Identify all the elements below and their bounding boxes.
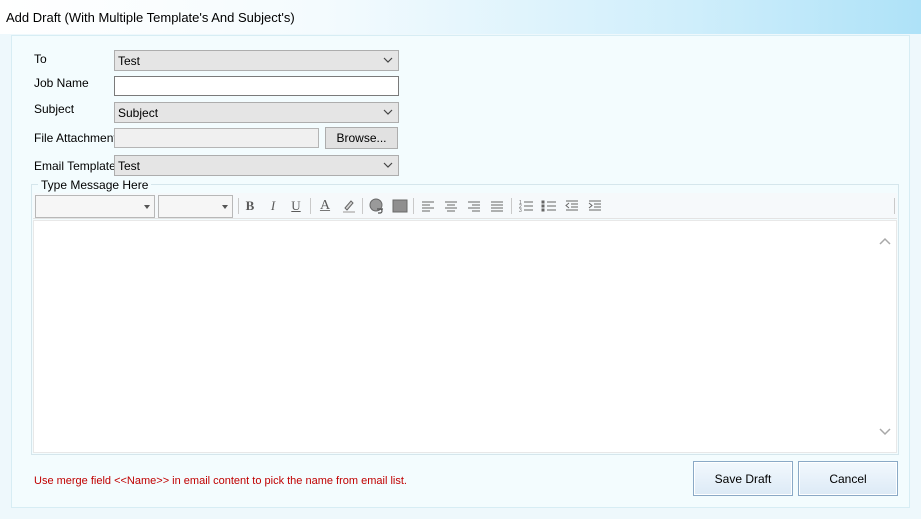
justify-icon[interactable] — [488, 197, 506, 215]
job-name-label: Job Name — [34, 76, 89, 90]
job-name-input[interactable] — [114, 76, 399, 96]
toolbar-separator — [238, 198, 239, 214]
to-select[interactable]: Test — [114, 50, 399, 71]
highlight-icon[interactable] — [340, 197, 358, 215]
toolbar-separator — [310, 198, 311, 214]
email-template-value: Test — [118, 159, 141, 173]
editor-toolbar: B I U A 123 — [33, 193, 897, 219]
chevron-down-icon — [383, 109, 393, 115]
to-value: Test — [118, 54, 141, 68]
numbered-list-icon[interactable]: 123 — [517, 197, 535, 215]
font-family-combo[interactable] — [35, 195, 155, 218]
chevron-down-icon — [383, 57, 393, 63]
subject-label: Subject — [34, 102, 75, 116]
cancel-button[interactable]: Cancel — [798, 461, 898, 496]
message-group-label: Type Message Here — [38, 178, 152, 192]
font-color-icon[interactable]: A — [316, 197, 334, 215]
svg-text:3: 3 — [519, 208, 522, 214]
scroll-down-icon[interactable] — [878, 426, 892, 438]
to-label: To — [34, 52, 47, 66]
chevron-down-icon — [383, 162, 393, 168]
toolbar-separator — [511, 198, 512, 214]
file-attachment-input[interactable] — [114, 128, 319, 148]
toolbar-separator — [362, 198, 363, 214]
window-title: Add Draft (With Multiple Template's And … — [6, 10, 295, 25]
message-editor[interactable] — [33, 220, 897, 453]
subject-value: Subject — [118, 106, 159, 120]
italic-icon[interactable]: I — [264, 197, 282, 215]
email-template-select[interactable]: Test — [114, 155, 399, 176]
file-attachment-label: File Attachment — [34, 131, 117, 145]
outdent-icon[interactable] — [563, 197, 581, 215]
subject-select[interactable]: Subject — [114, 102, 399, 123]
indent-icon[interactable] — [586, 197, 604, 215]
title-bar: Add Draft (With Multiple Template's And … — [0, 0, 921, 34]
browse-button[interactable]: Browse... — [325, 127, 398, 149]
dropdown-arrow-icon — [144, 205, 150, 209]
font-size-combo[interactable] — [158, 195, 233, 218]
toolbar-separator — [894, 198, 895, 214]
bullet-list-icon[interactable] — [540, 197, 558, 215]
save-draft-button[interactable]: Save Draft — [693, 461, 793, 496]
toolbar-separator — [413, 198, 414, 214]
email-template-label: Email Template — [34, 159, 116, 173]
merge-field-note: Use merge field <<Name>> in email conten… — [34, 475, 407, 487]
underline-icon[interactable]: U — [287, 197, 305, 215]
align-right-icon[interactable] — [465, 197, 483, 215]
insert-image-icon[interactable] — [391, 197, 409, 215]
bold-icon[interactable]: B — [241, 197, 259, 215]
align-center-icon[interactable] — [442, 197, 460, 215]
scroll-up-icon[interactable] — [878, 235, 892, 247]
insert-link-icon[interactable] — [368, 197, 386, 215]
dropdown-arrow-icon — [222, 205, 228, 209]
align-left-icon[interactable] — [419, 197, 437, 215]
